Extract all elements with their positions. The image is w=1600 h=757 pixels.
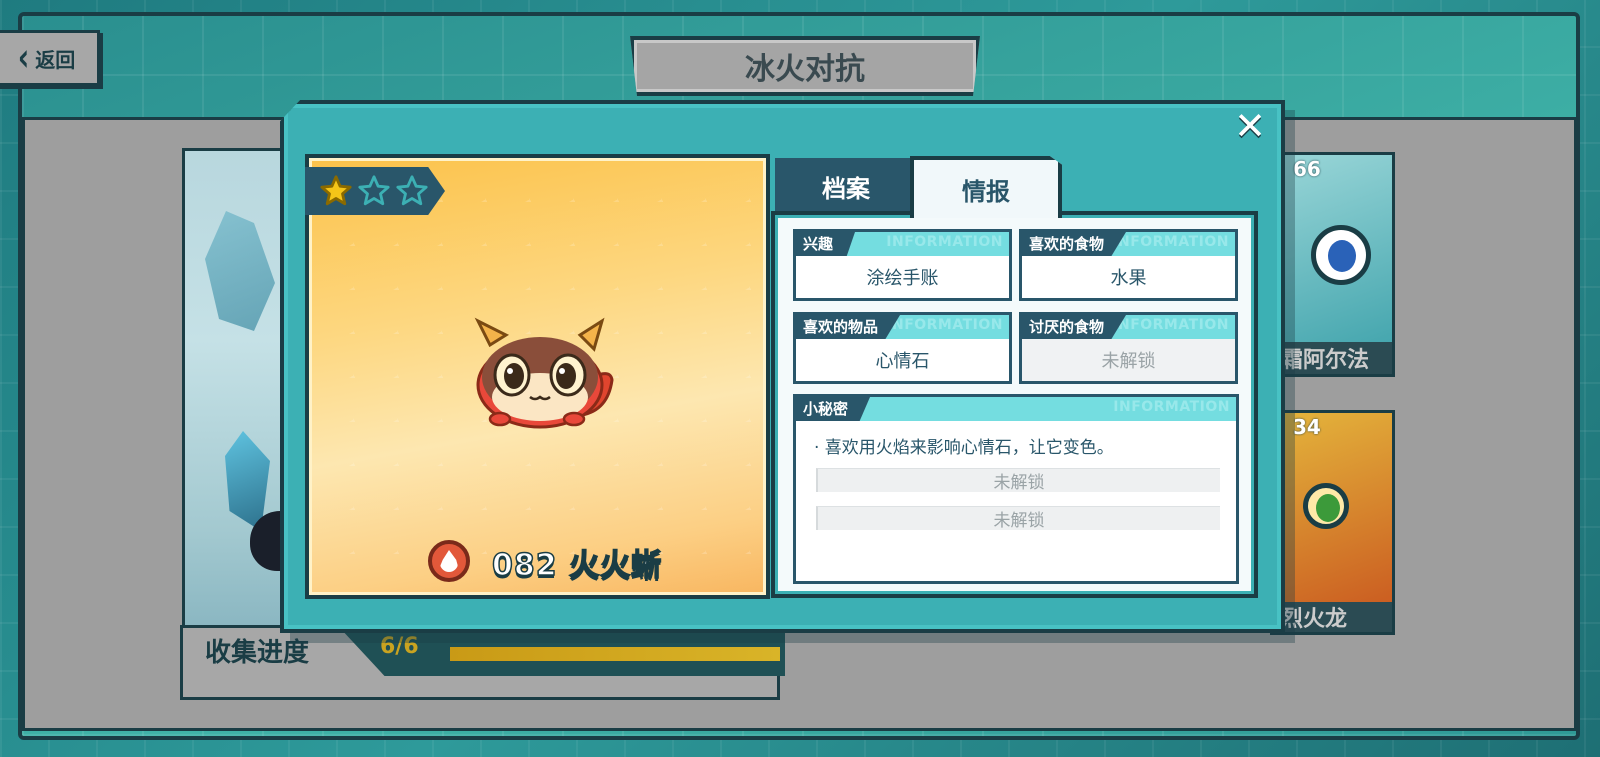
card-number: 34 — [1293, 415, 1321, 439]
information-watermark: INFORMATION — [1112, 234, 1229, 250]
favorite-item-label: 喜欢的物品 — [796, 315, 901, 339]
fire-lizard-sprite — [474, 317, 614, 429]
favorite-food-value: 水果 — [1110, 268, 1147, 289]
star-empty-icon — [358, 175, 390, 206]
secret-card: INFORMATION 小秘密 · 喜欢用火焰来影响心情石，让它变色。 未解锁 … — [793, 394, 1239, 584]
information-watermark: INFORMATION — [886, 317, 1003, 333]
favorite-food-card: INFORMATION 喜欢的食物 水果 — [1019, 229, 1238, 301]
disliked-food-label: 讨厌的食物 — [1022, 315, 1127, 339]
information-watermark: INFORMATION — [1113, 399, 1230, 415]
information-watermark: INFORMATION — [886, 234, 1003, 250]
flame-icon — [440, 550, 458, 572]
chevron-left-icon: ‹ — [17, 34, 30, 81]
hobby-card: INFORMATION 兴趣 涂绘手账 — [793, 229, 1012, 301]
tab-dossier[interactable]: 档案 — [775, 158, 917, 214]
star-empty-icon — [396, 175, 428, 206]
fire-element-icon — [428, 540, 470, 582]
favorite-item-value: 心情石 — [875, 351, 930, 372]
favorite-food-label: 喜欢的食物 — [1022, 232, 1127, 256]
secret-locked-entry: 未解锁 — [816, 506, 1220, 531]
hobby-value: 涂绘手账 — [866, 268, 939, 289]
disliked-food-value: 未解锁 — [1022, 339, 1235, 381]
monster-eye-art — [1303, 483, 1349, 529]
close-icon[interactable]: ✕ — [1232, 107, 1268, 145]
secret-locked-entry: 未解锁 — [816, 468, 1220, 493]
collection-progress-fill — [450, 647, 780, 661]
disliked-food-card: INFORMATION 讨厌的食物 未解锁 — [1019, 312, 1238, 384]
secret-text: · 喜欢用火焰来影响心情石，让它变色。 — [814, 438, 1114, 458]
information-watermark: INFORMATION — [1112, 317, 1229, 333]
hobby-label: 兴趣 — [796, 232, 856, 256]
tab-intel[interactable]: 情报 — [910, 156, 1062, 218]
monster-eye-art — [1311, 225, 1371, 285]
star-filled-icon — [320, 175, 352, 206]
back-button[interactable]: ‹ 返回 — [0, 30, 100, 86]
monster-number-name: 082 火火蜥 — [491, 547, 663, 584]
secret-label: 小秘密 — [796, 397, 871, 421]
rarity-stars — [305, 167, 445, 215]
back-label: 返回 — [35, 47, 76, 72]
ice-crystal-art — [205, 211, 275, 331]
card-number: 66 — [1293, 157, 1321, 181]
page-title: 冰火对抗 — [630, 36, 980, 96]
favorite-item-card: INFORMATION 喜欢的物品 心情石 — [793, 312, 1012, 384]
